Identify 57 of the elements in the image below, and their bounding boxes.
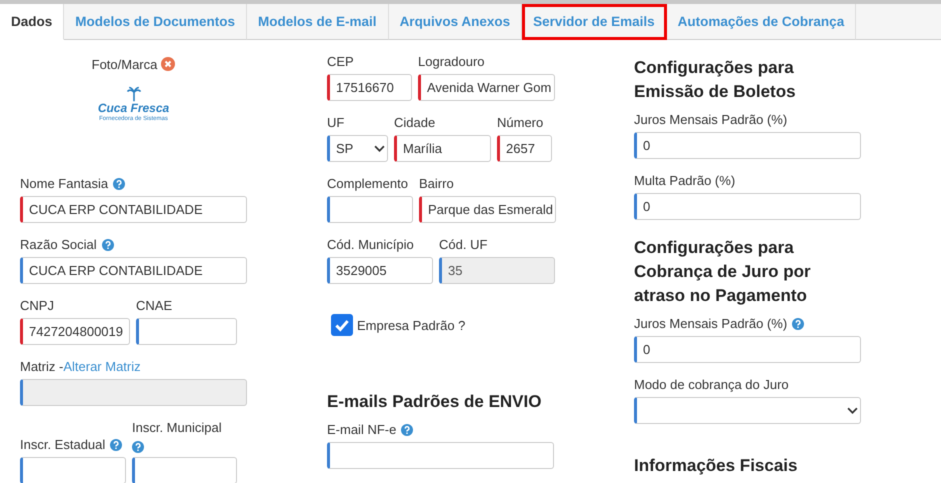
input-field[interactable] <box>327 196 413 223</box>
input-field[interactable] <box>327 442 554 469</box>
help-icon[interactable] <box>102 239 114 251</box>
remove-icon[interactable] <box>161 57 176 71</box>
input-field[interactable]: Marília <box>394 135 491 162</box>
field-label: Complemento <box>327 176 408 192</box>
section-heading: Informações Fiscais <box>634 455 798 477</box>
checkbox[interactable] <box>331 314 353 336</box>
input-field[interactable]: Parque das Esmerald <box>419 196 556 223</box>
section-heading: Configurações para Cobrança de Juro por atraso no Pagamento <box>634 237 812 307</box>
help-icon[interactable] <box>113 178 126 190</box>
field-label: Cód. Município <box>327 237 414 253</box>
field-label: Inscr. Municipal <box>132 420 222 436</box>
field-label: E-mail NF-e <box>327 422 396 438</box>
input-field[interactable] <box>136 318 237 345</box>
help-icon[interactable] <box>132 441 144 453</box>
field-label: Cidade <box>394 115 436 131</box>
help-icon[interactable] <box>401 424 414 436</box>
help-icon[interactable] <box>792 318 804 330</box>
field-label: Logradouro <box>418 54 484 70</box>
field-label: Juros Mensais Padrão (%) <box>634 316 788 332</box>
input-field[interactable]: Avenida Warner Gom <box>418 74 555 101</box>
input-field[interactable]: 0 <box>634 336 861 363</box>
field-label: UF <box>327 115 344 131</box>
field-label: Juros Mensais Padrão (%) <box>634 112 788 128</box>
input-field[interactable]: 2657 <box>497 135 552 162</box>
caret-icon <box>374 145 385 152</box>
field-label: Bairro <box>419 176 454 192</box>
photo-label: Foto/Marca <box>92 56 158 72</box>
input-field[interactable]: 17516670 <box>327 74 412 101</box>
section-heading: E-mails Padrões de ENVIO <box>327 391 542 413</box>
input-field[interactable]: 0 <box>634 193 861 220</box>
field-label: Multa Padrão (%) <box>634 173 736 189</box>
input-field[interactable] <box>132 457 237 483</box>
input-field[interactable]: 3529005 <box>327 257 433 284</box>
select-field[interactable]: SP <box>327 135 388 162</box>
field-label: Inscr. Estadual <box>20 437 106 453</box>
select-field[interactable] <box>634 397 861 424</box>
field-label: Matriz - <box>20 359 64 375</box>
caret-icon <box>847 407 858 414</box>
input-field[interactable]: CUCA ERP CONTABILIDADE <box>20 257 247 284</box>
field-label: Modo de cobrança do Juro <box>634 377 789 393</box>
field-label: CEP <box>327 54 354 70</box>
field-label: Número <box>497 115 544 131</box>
field-label: Nome Fantasia <box>20 176 108 192</box>
field-label: Cód. UF <box>439 237 488 253</box>
field-label: CNPJ <box>20 298 54 314</box>
input-field[interactable]: 0 <box>634 132 861 159</box>
section-heading: Configurações para Emissão de Boletos <box>634 57 797 103</box>
field-label: Razão Social <box>20 237 97 253</box>
input-field[interactable] <box>20 457 126 483</box>
help-icon[interactable] <box>110 439 122 451</box>
checkbox-label: Empresa Padrão ? <box>357 318 466 332</box>
field-label: CNAE <box>136 298 172 314</box>
palm-tree-icon <box>124 86 142 102</box>
input-field[interactable]: CUCA ERP CONTABILIDADE <box>20 196 247 223</box>
input-field[interactable]: 7427204800019 <box>20 318 130 345</box>
